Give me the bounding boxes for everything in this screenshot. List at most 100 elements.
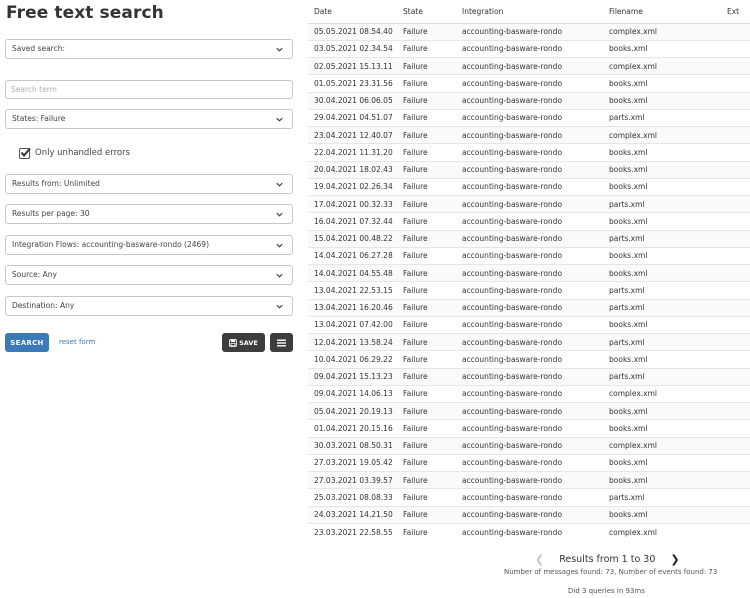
cell-ext [721,315,750,334]
cell-state: Failure [397,263,456,282]
table-row[interactable]: 22.04.2021 11.31.20 Failure accounting-bas… [308,143,750,161]
saved-search-label: Saved search: [12,44,65,53]
cell-date: 27.03.2021 03.39.57 [308,470,397,489]
saved-search-select[interactable]: Saved search: [5,39,293,59]
search-button[interactable]: SEARCH [5,333,49,352]
cell-filename: books.xml [603,401,721,420]
save-button[interactable]: SAVE [222,333,265,352]
cell-ext [721,177,750,196]
table-row[interactable]: 24.03.2021 14.21.50 Failure accounting-bas… [308,505,750,524]
table-row[interactable]: 14.04.2021 04.55.48 Failure accounting-bas… [308,263,750,282]
table-row[interactable]: 27.03.2021 03.39.57 Failure accounting-bas… [308,470,750,489]
chevron-down-icon [275,45,284,54]
table-row[interactable]: 10.04.2021 06.29.22 Failure accounting-bas… [308,350,750,368]
column-header-date[interactable]: Date [308,0,397,24]
cell-ext [721,212,750,230]
table-row[interactable]: 09.04.2021 14.06.13 Failure accounting-bas… [308,384,750,403]
table-header-row: Date State Integration Filename Ext [308,0,750,24]
cell-filename: books.xml [603,39,721,58]
column-header-integration[interactable]: Integration [456,0,603,24]
table-row[interactable]: 14.04.2021 06.27.28 Failure accounting-bas… [308,246,750,265]
results-from-select[interactable]: Results from: Unlimited [5,174,293,194]
cell-date: 10.04.2021 06.29.22 [308,350,397,368]
results-count: Number of messages found: 73, Number of … [504,568,718,576]
only-unhandled-errors-checkbox-row[interactable]: Only unhandled errors [19,146,130,160]
cell-ext [721,470,750,489]
cell-ext [721,39,750,58]
destination-select[interactable]: Destination: Any [5,296,293,316]
table-row[interactable]: 17.04.2021 00.32.33 Failure accounting-bas… [308,194,750,213]
cell-state: Failure [397,22,456,41]
only-unhandled-errors-checkbox[interactable] [19,147,31,159]
column-header-state[interactable]: State [397,0,456,24]
cell-integration: accounting-basware-rondo [456,436,603,455]
cell-date: 13.04.2021 22.53.15 [308,281,397,299]
cell-date: 02.05.2021 15.13.11 [308,56,397,75]
column-header-filename[interactable]: Filename [603,0,721,24]
table-row[interactable]: 01.05.2021 23.31.56 Failure accounting-bas… [308,74,750,92]
chevron-down-icon [275,210,284,219]
cell-state: Failure [397,177,456,196]
table-row[interactable]: 03.05.2021 02.34.54 Failure accounting-bas… [308,39,750,58]
table-row[interactable]: 02.05.2021 15.13.11 Failure accounting-bas… [308,56,750,75]
table-row[interactable]: 05.04.2021 20.19.13 Failure accounting-bas… [308,401,750,420]
table-row[interactable]: 19.04.2021 02.26.34 Failure accounting-bas… [308,177,750,196]
search-form-panel: Free text search Saved search: States: F… [0,0,300,598]
integration-flows-select[interactable]: Integration Flows: accounting-basware-ro… [5,235,293,255]
cell-integration: accounting-basware-rondo [456,522,603,541]
cell-date: 25.03.2021 08.08.33 [308,488,397,506]
cell-state: Failure [397,281,456,299]
reset-form-link[interactable]: reset form [59,338,95,346]
cell-filename: parts.xml [603,194,721,213]
table-row[interactable]: 27.03.2021 19.05.42 Failure accounting-bas… [308,453,750,472]
table-row[interactable]: 29.04.2021 04.51.07 Failure accounting-bas… [308,108,750,127]
cell-ext [721,488,750,506]
table-row[interactable]: 25.03.2021 08.08.33 Failure accounting-bas… [308,488,750,506]
cell-date: 05.04.2021 20.19.13 [308,401,397,420]
cell-ext [721,246,750,265]
cell-date: 30.03.2021 08.50.31 [308,436,397,455]
cell-date: 03.05.2021 02.34.54 [308,39,397,58]
chevron-down-icon [275,115,284,124]
table-row[interactable]: 13.04.2021 16.20.46 Failure accounting-bas… [308,298,750,317]
table-row[interactable]: 09.04.2021 15.13.23 Failure accounting-bas… [308,367,750,386]
cell-integration: accounting-basware-rondo [456,246,603,265]
cell-ext [721,56,750,75]
options-menu-button[interactable] [270,333,293,352]
search-input[interactable] [5,80,293,99]
cell-state: Failure [397,194,456,213]
table-row[interactable]: 23.03.2021 22.58.55 Failure accounting-bas… [308,522,750,541]
table-row[interactable]: 20.04.2021 18.02.43 Failure accounting-bas… [308,160,750,179]
table-row[interactable]: 13.04.2021 07.42.00 Failure accounting-bas… [308,315,750,334]
table-row[interactable]: 13.04.2021 22.53.15 Failure accounting-bas… [308,281,750,299]
table-row[interactable]: 12.04.2021 13.58.24 Failure accounting-bas… [308,332,750,351]
chevron-left-icon[interactable]: ❮ [535,553,544,566]
table-row[interactable]: 01.04.2021 20.15.16 Failure accounting-bas… [308,419,750,437]
source-label: Source: Any [12,270,57,279]
cell-ext [721,505,750,524]
table-row[interactable]: 15.04.2021 00.48.22 Failure accounting-bas… [308,229,750,248]
cell-state: Failure [397,522,456,541]
cell-filename: parts.xml [603,298,721,317]
chevron-down-icon [275,241,284,250]
column-header-ext[interactable]: Ext [721,0,750,24]
cell-date: 13.04.2021 07.42.00 [308,315,397,334]
chevron-down-icon [275,302,284,311]
results-per-page-select[interactable]: Results per page: 30 [5,204,293,224]
chevron-right-icon[interactable]: ❯ [670,553,679,566]
chevron-down-icon [275,180,284,189]
table-row[interactable]: 23.04.2021 12.40.07 Failure accounting-bas… [308,125,750,144]
table-row[interactable]: 30.03.2021 08.50.31 Failure accounting-bas… [308,436,750,455]
cell-filename: parts.xml [603,367,721,386]
cell-integration: accounting-basware-rondo [456,125,603,144]
cell-filename: parts.xml [603,229,721,248]
table-row[interactable]: 30.04.2021 06.06.05 Failure accounting-bas… [308,91,750,110]
source-select[interactable]: Source: Any [5,265,293,285]
states-select[interactable]: States: Failure [5,109,293,129]
cell-filename: parts.xml [603,108,721,127]
table-row[interactable]: 05.05.2021 08.54.40 Failure accounting-bas… [308,22,750,41]
cell-ext [721,229,750,248]
table-row[interactable]: 16.04.2021 07.32.44 Failure accounting-bas… [308,212,750,230]
cell-state: Failure [397,350,456,368]
cell-date: 22.04.2021 11.31.20 [308,143,397,161]
